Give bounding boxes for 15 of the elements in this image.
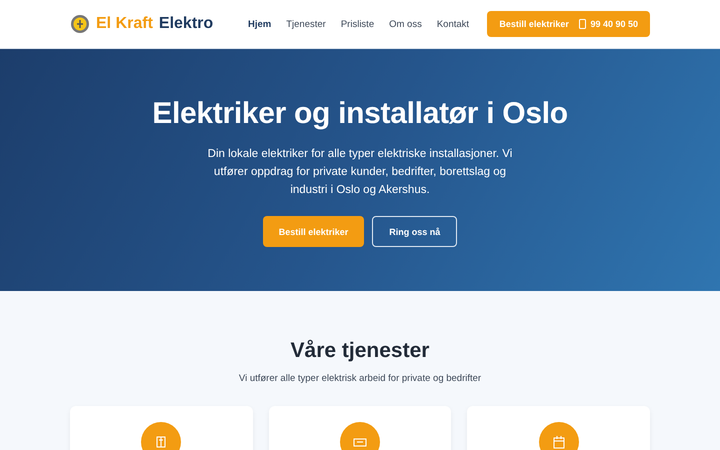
- nav-link[interactable]: Om oss: [389, 18, 422, 30]
- bulb-logo-icon: [70, 14, 90, 34]
- calendar-icon: [550, 434, 567, 450]
- nav-link[interactable]: Tjenester: [286, 18, 326, 30]
- logo-text: El Kraft: [96, 15, 153, 33]
- call-button[interactable]: Ring oss nå: [372, 216, 458, 247]
- hero-title: Elektriker og installatør i Oslo: [151, 97, 569, 131]
- nav-link[interactable]: Prisliste: [340, 18, 374, 30]
- hero-text: Din lokale elektriker for alle typer elektriske installasjoner. Vi utfører oppdrag for private kunder, bedrifter, borettslag og industri i Oslo og Akershus.: [206, 147, 514, 198]
- phone-icon: [579, 19, 586, 29]
- section-title: Våre tjenester: [290, 339, 430, 363]
- logo-text: Elektro: [158, 15, 214, 33]
- section-subtitle: Vi utfører alle typer elektrisk arbeid for private og bedrifter: [238, 373, 482, 384]
- nav-link[interactable]: Kontakt: [436, 18, 470, 30]
- nav-link[interactable]: Hjem: [248, 18, 272, 30]
